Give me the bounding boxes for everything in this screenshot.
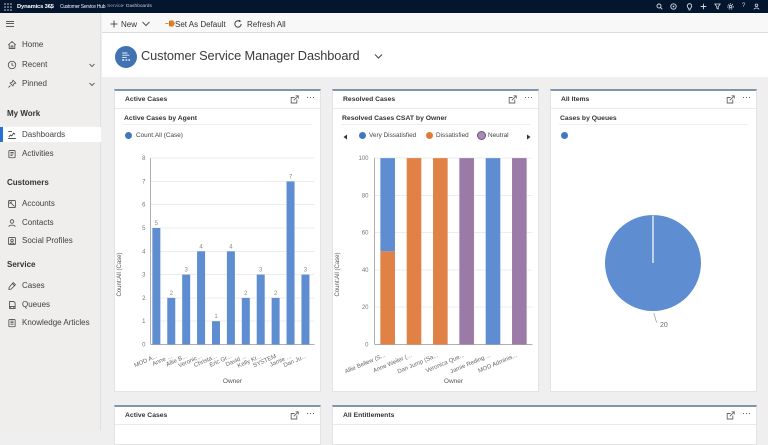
svg-text:40: 40	[362, 268, 369, 274]
svg-text:100: 100	[358, 156, 369, 162]
svg-text:1: 1	[142, 319, 146, 325]
svg-text:0: 0	[365, 343, 369, 349]
svg-text:4: 4	[229, 244, 233, 250]
svg-text:3: 3	[259, 268, 263, 274]
svg-text:2: 2	[170, 291, 174, 297]
svg-text:20: 20	[660, 322, 668, 329]
svg-text:20: 20	[362, 305, 369, 311]
svg-text:5: 5	[155, 221, 159, 227]
svg-text:0: 0	[142, 343, 146, 349]
svg-text:60: 60	[362, 231, 369, 237]
svg-text:2: 2	[142, 296, 146, 302]
svg-text:Owner: Owner	[444, 378, 464, 385]
svg-text:Count:All (Case): Count:All (Case)	[335, 252, 341, 296]
svg-text:80: 80	[362, 193, 369, 199]
svg-text:7: 7	[142, 179, 146, 185]
svg-text:3: 3	[142, 273, 146, 279]
svg-text:6: 6	[142, 203, 146, 209]
svg-text:7: 7	[289, 174, 293, 180]
svg-text:Owner: Owner	[223, 378, 243, 385]
svg-text:Count:All (Case): Count:All (Case)	[117, 252, 123, 296]
svg-text:3: 3	[185, 268, 189, 274]
svg-text:1: 1	[214, 314, 218, 320]
svg-text:3: 3	[304, 268, 308, 274]
svg-text:8: 8	[142, 156, 146, 162]
svg-text:4: 4	[199, 244, 203, 250]
svg-text:5: 5	[142, 226, 146, 232]
svg-text:2: 2	[274, 291, 278, 297]
svg-text:4: 4	[142, 249, 146, 255]
svg-text:2: 2	[244, 291, 248, 297]
